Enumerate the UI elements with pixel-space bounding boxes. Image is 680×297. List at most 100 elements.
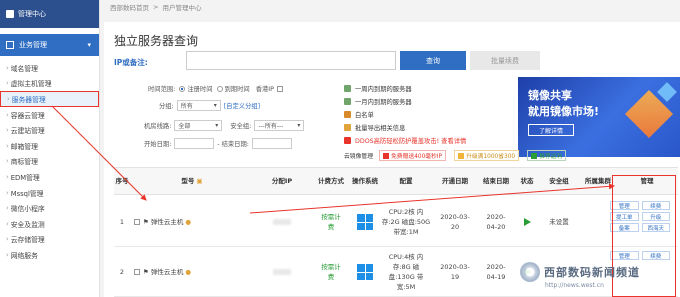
time-opt-register-label: 注册时间	[187, 86, 213, 93]
th-os: 操作系统	[352, 176, 378, 185]
redacted-ip	[273, 269, 291, 275]
sidebar-item[interactable]: › 微信小程序	[0, 200, 99, 216]
chevron-right-icon: ›	[6, 126, 9, 135]
sidebar-item[interactable]: › 域名管理	[0, 60, 99, 76]
sidebar-item[interactable]: › 云建站管理	[0, 122, 99, 138]
chevron-down-icon: ▾	[87, 41, 91, 49]
promo-upgrade[interactable]: 升级满1000省300	[454, 150, 520, 161]
th-open-date: 开通日期	[442, 176, 468, 185]
row-end-date: 2020-04-19	[486, 263, 506, 281]
query-button[interactable]: 查询	[400, 51, 466, 70]
hk-ip-checkbox[interactable]	[276, 85, 283, 92]
quick-action-link[interactable]: 一月内到期的服务器	[344, 95, 466, 108]
chevron-right-icon: ›	[6, 204, 9, 213]
sidebar-item-label: 商标管理	[10, 158, 38, 167]
chevron-right-icon: ›	[6, 235, 9, 244]
row-model: ⚑ 弹性云主机 ●	[130, 197, 254, 247]
time-opt-expire-radio[interactable]	[216, 85, 223, 92]
redacted-ip	[273, 219, 291, 225]
quick-action-link[interactable]: 批量导出相关信息	[344, 121, 466, 134]
watermark: 西部数码新闻频道	[520, 262, 640, 282]
coupon-icon	[458, 152, 465, 159]
sidebar-item[interactable]: › 容器云管理	[0, 107, 99, 123]
sidebar-item[interactable]: › 服务器管理	[0, 91, 99, 107]
batch-renew-button[interactable]: 批量续费	[470, 51, 540, 70]
row-checkbox[interactable]	[134, 269, 140, 275]
row-billing: 按需计费	[321, 213, 341, 231]
quick-action-label: 一周内到期的服务器	[355, 86, 412, 93]
action-icon	[344, 85, 351, 92]
th-status: 状态	[520, 176, 534, 185]
row-open-date: 2020-03-20	[440, 213, 470, 231]
date-filter: 开始日期: - 结束日期:	[144, 138, 292, 149]
search-input[interactable]	[186, 51, 396, 70]
action-icon	[344, 137, 351, 144]
row-ip	[254, 197, 310, 247]
running-icon	[523, 218, 531, 226]
table-header: 序号 型号 ▣ 分配IP 计费方式 操作系统 配置 开通日期 结束日期 状态 安…	[114, 167, 678, 195]
chevron-right-icon: ›	[6, 188, 9, 197]
row-model-label[interactable]: 弹性云主机	[151, 267, 184, 277]
banner-detail-button[interactable]: 了解详情	[528, 124, 574, 136]
banner-line2: 就用镜像市场!	[528, 105, 600, 118]
start-date-label: 开始日期:	[144, 141, 172, 148]
quick-action-link[interactable]: DDOS高防轻松防护覆盖攻击! 查看详情	[344, 134, 466, 147]
search-label: IP或备注:	[114, 58, 148, 67]
promo-free-ip[interactable]: 免费赠送400毫秒IP	[379, 150, 447, 161]
image-manage-link[interactable]: 云镜像管理	[344, 151, 373, 160]
table-row: 1 ⚑ 弹性云主机 ● 按需计费 CPU:2核 内存:2G 磁盘:50G 带宽:1M 202…	[114, 197, 678, 247]
end-date-input[interactable]	[251, 138, 292, 149]
security-group-select-value: ---所有---	[258, 123, 284, 130]
sidebar-item[interactable]: › 商标管理	[0, 154, 99, 170]
quick-action-link[interactable]: 白名单	[344, 108, 466, 121]
promo-referral-label: 推荐返利	[539, 154, 563, 160]
sidebar-item-label: 微信小程序	[10, 205, 45, 214]
th-model-label: 型号	[181, 176, 195, 185]
sidebar-item[interactable]: › Mssql管理	[0, 185, 99, 201]
custom-group-link[interactable]: [自定义分组]	[224, 101, 260, 110]
start-date-input[interactable]	[174, 138, 215, 149]
category-label: 分组:	[159, 103, 174, 110]
th-ip: 分配IP	[271, 176, 293, 185]
th-config: 配置	[399, 176, 413, 185]
row-no: 1	[119, 218, 125, 226]
end-date-label: - 结束日期:	[217, 141, 249, 148]
chevron-right-icon: ›	[6, 63, 9, 72]
breadcrumb-home[interactable]: 西部数码首页	[110, 2, 149, 12]
sidebar-item[interactable]: › 云存储管理	[0, 232, 99, 248]
sidebar-item[interactable]: › 安全及监测	[0, 216, 99, 232]
watermark-text: 西部数码新闻频道	[544, 266, 640, 279]
chevron-down-icon: ▾	[297, 122, 301, 129]
th-billing: 计费方式	[318, 176, 344, 185]
row-checkbox[interactable]	[134, 219, 140, 225]
sidebar-item[interactable]: › 网络服务	[0, 247, 99, 263]
room-select-value: 全部	[178, 123, 191, 130]
management-center-header[interactable]: 管理中心	[0, 0, 99, 28]
room-select[interactable]: 全部 ▾	[174, 120, 223, 131]
share-icon	[531, 152, 538, 159]
sidebar-item-label: 安全及监测	[10, 220, 45, 229]
category-select[interactable]: 所有 ▾	[176, 100, 221, 111]
sidebar-item[interactable]: › 虚拟主机管理	[0, 76, 99, 92]
promo-referral[interactable]: 推荐返利	[527, 150, 567, 161]
sidebar-item-label: 云存储管理	[10, 236, 45, 245]
security-group-label: 安全组:	[230, 123, 252, 130]
promo-free-ip-label: 免费赠送400毫秒IP	[391, 154, 443, 160]
row-model-label[interactable]: 弹性云主机	[151, 217, 184, 227]
sidebar-item[interactable]: › EDM管理	[0, 169, 99, 185]
row-no: 2	[119, 268, 125, 276]
grid-icon	[6, 41, 14, 49]
watermark-logo-icon	[520, 262, 540, 282]
chevron-right-icon: ›	[7, 94, 10, 103]
quick-action-link[interactable]: 一周内到期的服务器	[344, 82, 466, 95]
row-security: 未设置	[549, 218, 569, 226]
business-group-toggle[interactable]: 业务管理 ▾	[0, 34, 99, 56]
promo-banner[interactable]: 镜像共享 就用镜像市场! 了解详情	[518, 77, 680, 157]
time-opt-register-radio[interactable]	[179, 85, 186, 92]
quick-action-label: 批量导出相关信息	[355, 125, 406, 132]
sidebar-item[interactable]: › 邮箱管理	[0, 138, 99, 154]
category-select-value: 所有	[180, 103, 193, 110]
security-group-select[interactable]: ---所有--- ▾	[254, 120, 305, 131]
sidebar-item-label: EDM管理	[10, 173, 40, 182]
row-open-date: 2020-03-19	[440, 263, 470, 281]
